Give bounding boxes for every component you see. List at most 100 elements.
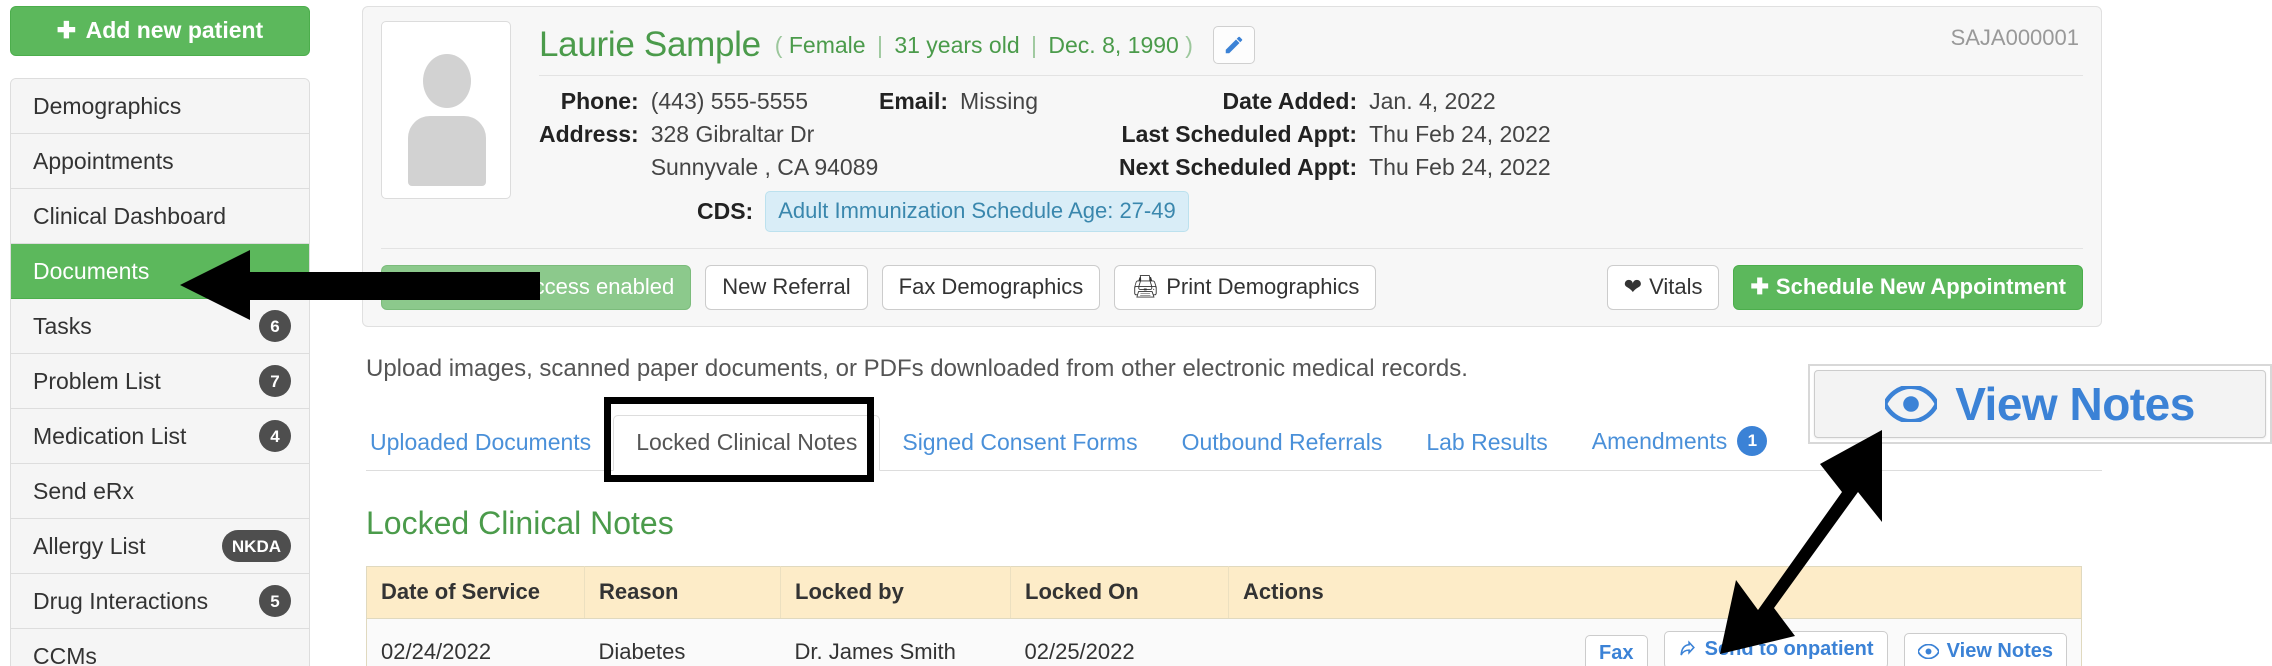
- sidebar-nav-list: Demographics Appointments Clinical Dashb…: [10, 78, 310, 666]
- sidebar-item-appointments[interactable]: Appointments: [11, 134, 309, 189]
- view-notes-label: View Notes: [1946, 640, 2053, 663]
- plus-icon: ✚: [1750, 274, 1769, 299]
- onpatient-access-button[interactable]: ☑ onpatient access enabled: [381, 265, 692, 311]
- cds-label: CDS:: [697, 198, 754, 224]
- patient-info: Laurie Sample ( Female | 31 years old | …: [539, 21, 2083, 232]
- sidebar-item-label: Demographics: [33, 92, 182, 119]
- sidebar-item-label: Drug Interactions: [33, 587, 209, 614]
- avatar-head-shape: [423, 54, 471, 108]
- heart-icon: ❤: [1623, 274, 1643, 299]
- sidebar-item-label: Tasks: [33, 312, 92, 339]
- sidebar-item-label: Medication List: [33, 422, 187, 449]
- sidebar-item-ccms[interactable]: CCMs: [11, 629, 309, 666]
- sidebar-item-label: Allergy List: [33, 532, 146, 559]
- sidebar-badge-medication-list: 4: [259, 420, 291, 452]
- patient-gender: Female: [788, 31, 866, 58]
- sidebar-item-tasks[interactable]: Tasks 6: [11, 299, 309, 354]
- sidebar-item-demographics[interactable]: Demographics: [11, 79, 309, 134]
- tab-label: Locked Clinical Notes: [636, 429, 858, 456]
- phone-label: Phone:: [560, 88, 639, 114]
- cell-reason: Diabetes: [584, 618, 781, 666]
- next-appt-label: Next Scheduled Appt:: [1119, 154, 1358, 180]
- tab-label: Amendments: [1591, 427, 1728, 454]
- sidebar-item-documents[interactable]: Documents: [11, 244, 309, 299]
- sidebar-item-label: Documents: [33, 257, 150, 284]
- column-reason: Reason: [584, 566, 781, 620]
- send-to-onpatient-label: Send to onpatient: [1704, 638, 1874, 661]
- sidebar-item-clinical-dashboard[interactable]: Clinical Dashboard: [11, 189, 309, 244]
- patient-action-bar: ☑ onpatient access enabled New Referral F…: [381, 248, 2083, 311]
- cds-pill[interactable]: Adult Immunization Schedule Age: 27-49: [765, 191, 1189, 232]
- patient-dob: Dec. 8, 1990: [1048, 31, 1179, 58]
- view-notes-button[interactable]: View Notes: [1903, 633, 2067, 666]
- tab-signed-consent-forms[interactable]: Signed Consent Forms: [880, 429, 1159, 470]
- contact-details-column: Phone: (443) 555-5555 Address: 328 Gibra…: [539, 88, 878, 181]
- patient-demographics-summary: ( Female | 31 years old | Dec. 8, 1990 ): [775, 32, 1193, 59]
- tab-label: Uploaded Documents: [370, 429, 592, 456]
- edit-patient-button[interactable]: [1212, 26, 1255, 64]
- main-content: SAJA000001 Laurie Sample ( Female | 31 y…: [362, 6, 2102, 666]
- tab-amendments[interactable]: Amendments 1: [1570, 426, 1790, 470]
- column-actions: Actions: [1228, 566, 2082, 620]
- last-appt-value[interactable]: Thu Feb 24, 2022: [1369, 121, 1551, 148]
- new-referral-button[interactable]: New Referral: [705, 265, 868, 311]
- vitals-button[interactable]: ❤ Vitals: [1606, 265, 1720, 311]
- tab-lab-results[interactable]: Lab Results: [1404, 429, 1569, 470]
- tab-outbound-referrals[interactable]: Outbound Referrals: [1160, 429, 1405, 470]
- column-locked-by: Locked by: [780, 566, 1011, 620]
- pencil-icon: [1225, 36, 1243, 54]
- email-label: Email:: [879, 88, 949, 114]
- send-to-onpatient-button[interactable]: Send to onpatient: [1663, 631, 1888, 666]
- vitals-label: Vitals: [1649, 274, 1703, 299]
- sidebar-item-problem-list[interactable]: Problem List 7: [11, 354, 309, 409]
- callout-label: View Notes: [1955, 378, 2195, 430]
- sidebar-badge-problem-list: 7: [259, 365, 291, 397]
- add-new-patient-button[interactable]: ✚ Add new patient: [10, 6, 310, 56]
- date-added-label: Date Added:: [1222, 88, 1358, 114]
- eye-icon: [1885, 386, 1938, 422]
- avatar: [381, 21, 511, 199]
- tab-badge-amendments: 1: [1737, 426, 1768, 457]
- section-title: Locked Clinical Notes: [366, 505, 674, 542]
- print-demographics-button[interactable]: 🖨 Print Demographics: [1114, 265, 1377, 311]
- divider: |: [1031, 31, 1038, 58]
- email-column: Email: Missing: [839, 88, 1099, 181]
- email-value: Missing: [960, 88, 1038, 114]
- cell-locked-by: Dr. James Smith: [780, 618, 1011, 666]
- sidebar-item-label: Appointments: [33, 147, 174, 174]
- printer-icon: 🖨: [1131, 274, 1160, 299]
- cds-row: CDS: Adult Immunization Schedule Age: 27…: [539, 191, 2083, 232]
- sidebar-badge-drug-interactions: 5: [259, 585, 291, 617]
- tab-uploaded-documents[interactable]: Uploaded Documents: [366, 429, 613, 470]
- fax-label: Fax: [1599, 642, 1634, 665]
- sidebar-item-medication-list[interactable]: Medication List 4: [11, 409, 309, 464]
- schedule-new-appointment-button[interactable]: ✚ Schedule New Appointment: [1733, 265, 2083, 311]
- patient-header-card: SAJA000001 Laurie Sample ( Female | 31 y…: [362, 6, 2102, 328]
- tab-label: Outbound Referrals: [1181, 429, 1383, 456]
- paren-close: ): [1185, 31, 1193, 58]
- next-appt-value[interactable]: Thu Feb 24, 2022: [1369, 154, 1551, 181]
- tab-locked-clinical-notes[interactable]: Locked Clinical Notes: [613, 415, 881, 472]
- sidebar-badge-allergy-list: NKDA: [221, 530, 291, 562]
- fax-note-button[interactable]: Fax: [1585, 635, 1648, 666]
- plus-icon: ✚: [56, 17, 77, 43]
- appointment-details-column: Date Added: Jan. 4, 2022 Last Scheduled …: [1119, 88, 1551, 181]
- fax-demographics-button[interactable]: Fax Demographics: [881, 265, 1101, 311]
- sidebar-badge-tasks: 6: [259, 310, 291, 342]
- cell-locked-on: 02/25/2022: [1010, 618, 1229, 666]
- sidebar-item-drug-interactions[interactable]: Drug Interactions 5: [11, 574, 309, 629]
- sidebar-item-label: Problem List: [33, 367, 161, 394]
- table-row: 02/24/2022 Diabetes Dr. James Smith 02/2…: [366, 618, 2082, 666]
- locked-clinical-notes-table: Date of Service Reason Locked by Locked …: [366, 566, 2082, 666]
- eye-icon: [1917, 644, 1939, 660]
- sidebar: ✚ Add new patient Demographics Appointme…: [8, 6, 316, 666]
- cell-date-of-service[interactable]: 02/24/2022: [366, 618, 585, 666]
- paren-open: (: [774, 31, 783, 58]
- sidebar-item-allergy-list[interactable]: Allergy List NKDA: [11, 519, 309, 574]
- divider: |: [876, 31, 883, 58]
- sidebar-item-send-erx[interactable]: Send eRx: [11, 464, 309, 519]
- schedule-label: Schedule New Appointment: [1775, 274, 2066, 299]
- date-added-value: Jan. 4, 2022: [1369, 88, 1496, 114]
- patient-action-bar-right: ❤ Vitals ✚ Schedule New Appointment: [1606, 265, 2083, 311]
- patient-id: SAJA000001: [1950, 25, 2079, 50]
